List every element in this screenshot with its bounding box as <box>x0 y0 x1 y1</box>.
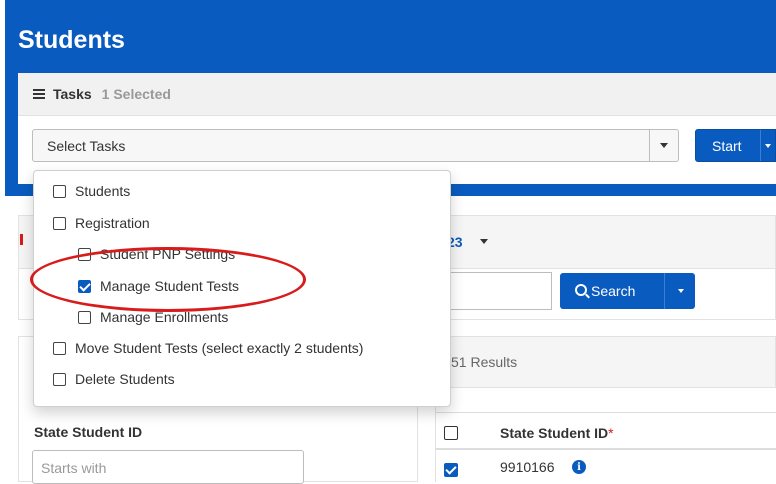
highlight-annotation <box>30 247 306 312</box>
option-students[interactable]: Students <box>53 181 130 201</box>
option-label: Move Student Tests (select exactly 2 stu… <box>75 340 364 356</box>
option-move-student-tests[interactable]: Move Student Tests (select exactly 2 stu… <box>53 338 363 358</box>
search-button-label: Search <box>591 283 636 299</box>
select-tasks-dropdown[interactable]: Select Tasks <box>32 129 679 162</box>
info-icon[interactable]: i <box>572 460 586 474</box>
option-label: Students <box>75 183 131 199</box>
state-student-id-label: State Student ID <box>34 424 143 440</box>
checkbox[interactable] <box>53 372 66 386</box>
state-student-id-placeholder: Starts with <box>41 460 107 476</box>
column-header-label: State Student ID <box>500 425 609 441</box>
dropdown-toggle[interactable] <box>649 130 678 161</box>
column-header-state-student-id[interactable]: State Student ID* <box>500 425 614 441</box>
option-label: Registration <box>75 215 150 231</box>
required-asterisk: * <box>608 425 614 441</box>
select-tasks-value: Select Tasks <box>47 138 126 154</box>
state-student-id-input[interactable]: Starts with <box>32 450 304 484</box>
checkbox[interactable] <box>53 341 66 355</box>
checkbox[interactable] <box>78 310 91 324</box>
chevron-down-icon[interactable] <box>480 239 488 244</box>
chevron-down-icon <box>677 289 684 293</box>
tasks-panel: Tasks 1 Selected Select Tasks Start <box>18 73 776 184</box>
checkbox[interactable] <box>53 184 66 198</box>
row-checkbox[interactable] <box>444 463 458 477</box>
chevron-down-icon <box>765 143 771 148</box>
option-registration[interactable]: Registration <box>53 213 150 233</box>
select-all-checkbox[interactable] <box>444 426 458 440</box>
required-marker <box>20 234 23 245</box>
selected-count: 1 Selected <box>101 86 171 102</box>
search-icon <box>575 284 587 296</box>
search-split-toggle[interactable] <box>664 273 696 309</box>
chevron-down-icon <box>660 143 668 148</box>
start-split-toggle[interactable] <box>760 130 775 161</box>
search-button[interactable]: Search <box>560 273 695 309</box>
tasks-header: Tasks 1 Selected <box>18 73 776 116</box>
checkbox[interactable] <box>53 216 66 230</box>
option-delete-students[interactable]: Delete Students <box>53 369 175 389</box>
search-input[interactable] <box>440 272 552 310</box>
results-count: 51 Results <box>451 354 518 370</box>
option-label: Delete Students <box>75 371 175 387</box>
page-title: Students <box>18 26 125 54</box>
list-icon <box>33 89 45 99</box>
tasks-title: Tasks <box>53 86 92 102</box>
start-button[interactable]: Start <box>695 129 776 162</box>
start-button-label: Start <box>712 138 742 154</box>
row-state-student-id: 9910166 <box>500 459 555 475</box>
